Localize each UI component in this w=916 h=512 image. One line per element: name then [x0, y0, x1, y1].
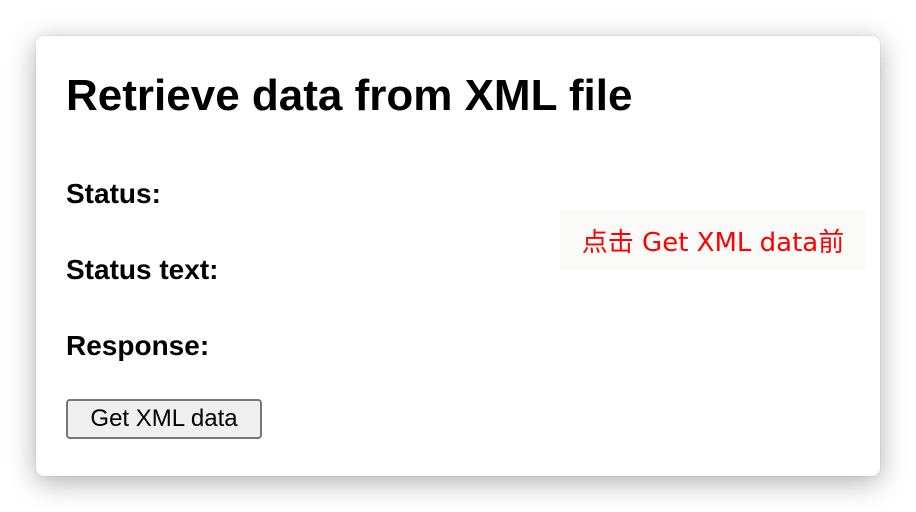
status-text-label: Status text: — [66, 254, 219, 285]
get-xml-data-button[interactable]: Get XML data — [66, 399, 262, 439]
response-label: Response: — [66, 330, 210, 361]
page-title: Retrieve data from XML file — [66, 71, 633, 120]
status-label: Status: — [66, 178, 161, 209]
annotation-note: 点击 Get XML data前 — [560, 210, 866, 270]
browser-page: Retrieve data from XML file Status: Stat… — [36, 36, 880, 476]
